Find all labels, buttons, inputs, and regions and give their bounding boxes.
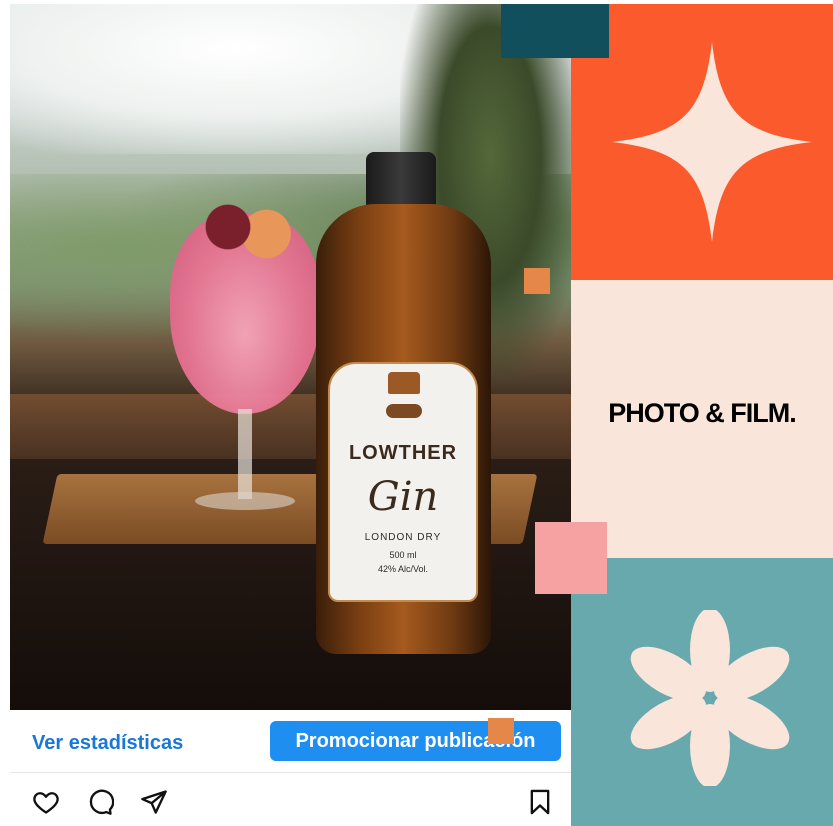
instagram-post: LOWTHER Gin LONDON DRY 500 ml 42% Alc/Vo… [10, 4, 571, 826]
cocktail-garnish [195, 199, 305, 269]
post-photo[interactable]: LOWTHER Gin LONDON DRY 500 ml 42% Alc/Vo… [10, 4, 571, 710]
label-product: Gin [367, 474, 439, 520]
sparkle-star-icon [612, 42, 812, 242]
bottle-label: LOWTHER Gin LONDON DRY 500 ml 42% Alc/Vo… [328, 362, 478, 602]
glass-stem [238, 409, 252, 499]
glass-foot [195, 492, 295, 510]
share-icon[interactable] [140, 788, 168, 816]
pink-square-decoration [535, 522, 607, 594]
orange-small-square-decoration [488, 718, 514, 744]
post-icon-row [10, 776, 571, 826]
label-brand: LOWTHER [348, 442, 458, 464]
label-abv: 42% Alc/Vol. [377, 564, 429, 574]
pipe-logo-icon [386, 404, 422, 418]
view-insights-link[interactable]: Ver estadísticas [32, 732, 183, 755]
comment-icon[interactable] [86, 788, 114, 816]
brand-tagline: PHOTO & FILM. [608, 398, 797, 428]
heart-icon[interactable] [32, 788, 60, 816]
label-volume: 500 ml [389, 550, 417, 560]
orange-square-decoration [524, 268, 550, 294]
promote-post-button[interactable]: Promocionar publicación [270, 721, 561, 761]
flower-icon [630, 610, 790, 786]
bookmark-icon[interactable] [526, 788, 554, 816]
hat-logo-icon [388, 372, 420, 394]
label-style: LONDON DRY [364, 532, 442, 543]
post-actions-bar: Ver estadísticas Promocionar publicación [10, 710, 571, 773]
bottle-cap [366, 152, 436, 212]
dark-teal-block [501, 4, 609, 58]
